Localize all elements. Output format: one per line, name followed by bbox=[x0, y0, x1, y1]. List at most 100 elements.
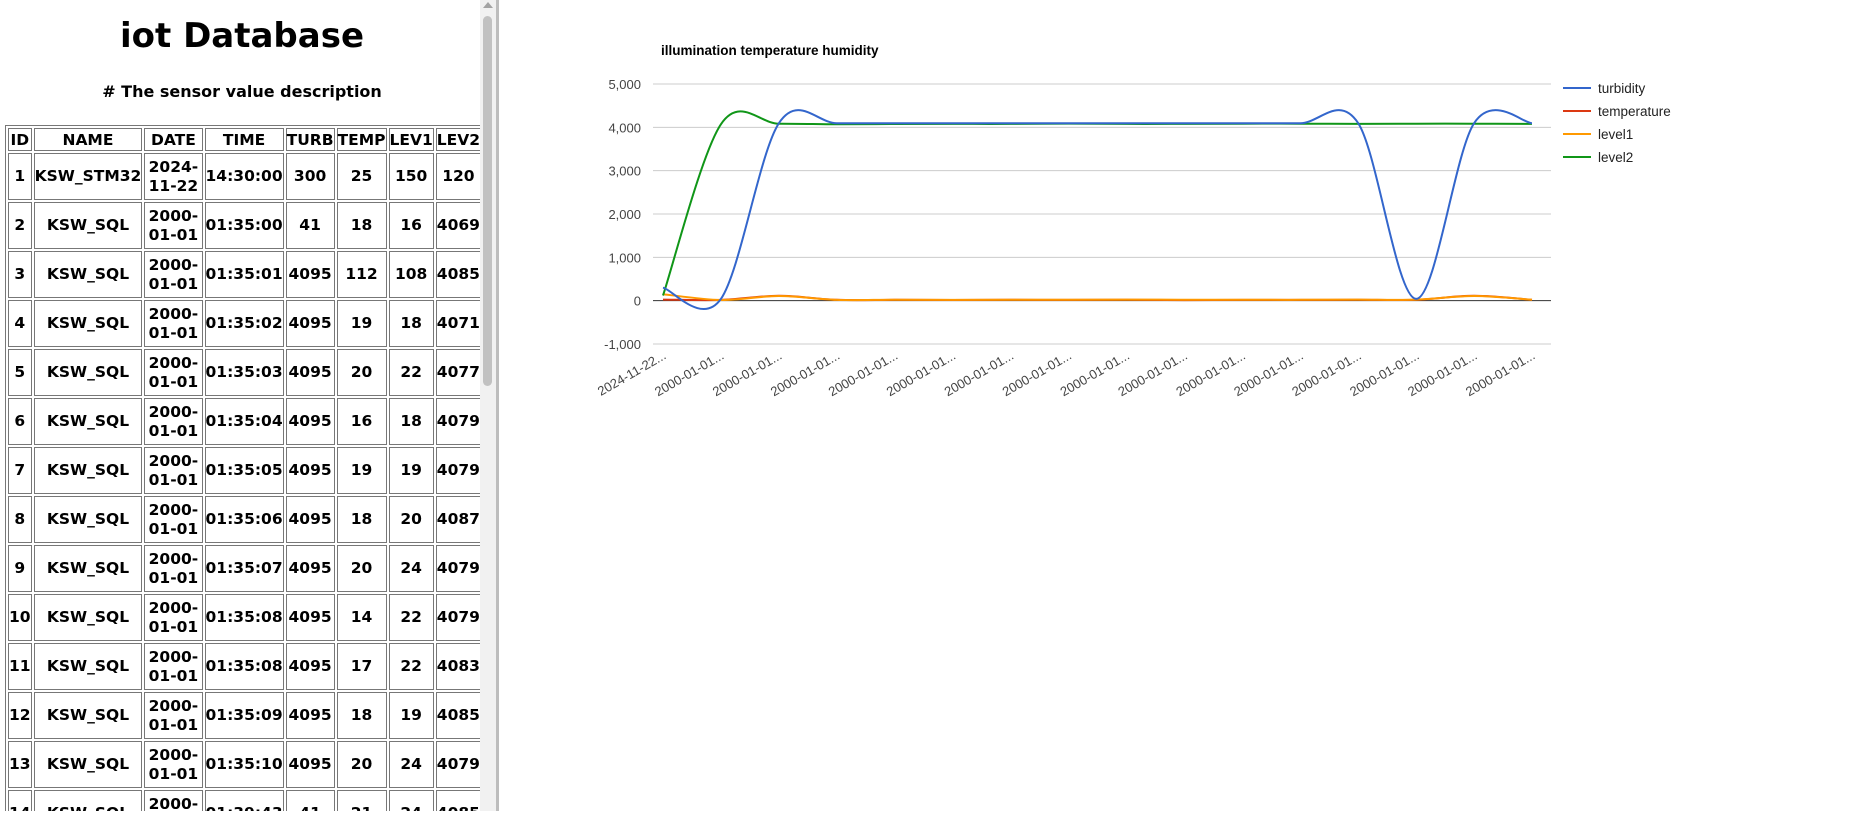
cell-date: 2000-01-01 bbox=[144, 300, 203, 347]
cell-lev2: 4077 bbox=[435, 349, 481, 396]
cell-name: KSW_STM32 bbox=[33, 153, 143, 200]
series-line-level2[interactable] bbox=[662, 110, 1533, 296]
y-tick-label: -1,000 bbox=[604, 337, 641, 352]
cell-date: 2000-01-01 bbox=[144, 692, 203, 739]
legend-label-turbidity[interactable]: turbidity bbox=[1598, 81, 1646, 96]
cell-time: 01:35:02 bbox=[204, 300, 284, 347]
y-tick-label: 0 bbox=[634, 294, 641, 309]
table-row: 3 KSW_SQL 2000-01-01 01:35:01 4095 112 108 4085 bbox=[8, 251, 481, 298]
cell-temp: 18 bbox=[336, 692, 387, 739]
cell-lev1: 20 bbox=[388, 496, 434, 543]
cell-temp: 21 bbox=[336, 790, 387, 811]
cell-time: 01:35:05 bbox=[204, 447, 284, 494]
series-line-turbidity[interactable] bbox=[662, 109, 1533, 310]
y-axis-ticks: 5,000 4,000 3,000 2,000 1,000 0 -1,000 bbox=[604, 77, 641, 352]
cell-lev1: 16 bbox=[388, 202, 434, 249]
cell-turb: 4095 bbox=[285, 447, 335, 494]
y-tick-label: 3,000 bbox=[608, 164, 641, 179]
cell-temp: 19 bbox=[336, 447, 387, 494]
cell-id: 4 bbox=[8, 300, 32, 347]
cell-lev2: 4071 bbox=[435, 300, 481, 347]
cell-turb: 41 bbox=[285, 790, 335, 811]
cell-id: 5 bbox=[8, 349, 32, 396]
sensor-description-heading: # The sensor value description bbox=[102, 82, 382, 101]
cell-date: 2000-01-01 bbox=[144, 594, 203, 641]
cell-temp: 18 bbox=[336, 202, 387, 249]
cell-id: 8 bbox=[8, 496, 32, 543]
scroll-up-arrow-icon[interactable] bbox=[483, 2, 493, 8]
cell-turb: 300 bbox=[285, 153, 335, 200]
cell-time: 01:35:01 bbox=[204, 251, 284, 298]
cell-temp: 19 bbox=[336, 300, 387, 347]
cell-date: 2024-11-22 bbox=[144, 153, 203, 200]
cell-lev2: 4085 bbox=[435, 692, 481, 739]
cell-time: 01:35:10 bbox=[204, 741, 284, 788]
cell-lev1: 24 bbox=[388, 741, 434, 788]
cell-turb: 4095 bbox=[285, 692, 335, 739]
cell-name: KSW_SQL bbox=[33, 643, 143, 690]
y-tick-label: 1,000 bbox=[608, 250, 641, 265]
chart-title: illumination temperature humidity bbox=[661, 43, 879, 58]
cell-date: 2000-01-01 bbox=[144, 643, 203, 690]
legend-label-temperature[interactable]: temperature bbox=[1598, 104, 1671, 119]
sensor-table: ID NAME DATE TIME TURB TEMP LEV1 LEV2 1 KSW_STM3… bbox=[5, 125, 484, 811]
page-title: iot Database bbox=[119, 16, 365, 56]
chart-area: illumination temperature humidity 5,000 4… bbox=[499, 0, 1857, 811]
table-row: 5 KSW_SQL 2000-01-01 01:35:03 4095 20 22 4077 bbox=[8, 349, 481, 396]
table-row: 11 KSW_SQL 2000-01-01 01:35:08 4095 17 22 4083 bbox=[8, 643, 481, 690]
column-header-temp: TEMP bbox=[336, 128, 387, 151]
table-row: 13 KSW_SQL 2000-01-01 01:35:10 4095 20 24 4079 bbox=[8, 741, 481, 788]
cell-name: KSW_SQL bbox=[33, 202, 143, 249]
cell-lev1: 24 bbox=[388, 790, 434, 811]
cell-turb: 4095 bbox=[285, 349, 335, 396]
table-row: 6 KSW_SQL 2000-01-01 01:35:04 4095 16 18 4079 bbox=[8, 398, 481, 445]
cell-lev2: 4079 bbox=[435, 398, 481, 445]
cell-name: KSW_SQL bbox=[33, 545, 143, 592]
cell-lev2: 4085 bbox=[435, 251, 481, 298]
cell-time: 01:35:04 bbox=[204, 398, 284, 445]
cell-id: 9 bbox=[8, 545, 32, 592]
cell-name: KSW_SQL bbox=[33, 251, 143, 298]
cell-lev2: 4079 bbox=[435, 545, 481, 592]
table-row: 4 KSW_SQL 2000-01-01 01:35:02 4095 19 18 4071 bbox=[8, 300, 481, 347]
cell-time: 01:35:03 bbox=[204, 349, 284, 396]
cell-time: 01:35:08 bbox=[204, 643, 284, 690]
cell-turb: 4095 bbox=[285, 300, 335, 347]
column-header-date: DATE bbox=[144, 128, 203, 151]
table-row: 10 KSW_SQL 2000-01-01 01:35:08 4095 14 22 4079 bbox=[8, 594, 481, 641]
cell-name: KSW_SQL bbox=[33, 447, 143, 494]
cell-name: KSW_SQL bbox=[33, 300, 143, 347]
cell-temp: 20 bbox=[336, 741, 387, 788]
cell-turb: 4095 bbox=[285, 643, 335, 690]
cell-turb: 4095 bbox=[285, 545, 335, 592]
cell-temp: 16 bbox=[336, 398, 387, 445]
column-header-id: ID bbox=[8, 128, 32, 151]
cell-lev1: 24 bbox=[388, 545, 434, 592]
cell-name: KSW_SQL bbox=[33, 496, 143, 543]
legend-label-level2[interactable]: level2 bbox=[1598, 150, 1633, 165]
cell-id: 12 bbox=[8, 692, 32, 739]
cell-temp: 20 bbox=[336, 545, 387, 592]
cell-lev2: 4083 bbox=[435, 643, 481, 690]
cell-lev1: 22 bbox=[388, 594, 434, 641]
cell-lev2: 4087 bbox=[435, 496, 481, 543]
cell-date: 2000-01-01 bbox=[144, 202, 203, 249]
cell-date: 2000-01-01 bbox=[144, 251, 203, 298]
table-row: 14KSW_SQL2000-01-0101:39:434121244085 bbox=[8, 790, 481, 811]
cell-lev1: 19 bbox=[388, 692, 434, 739]
scrollbar-thumb[interactable] bbox=[483, 16, 492, 386]
column-header-lev1: LEV1 bbox=[388, 128, 434, 151]
cell-name: KSW_SQL bbox=[33, 790, 143, 811]
cell-temp: 14 bbox=[336, 594, 387, 641]
vertical-scrollbar[interactable] bbox=[480, 0, 496, 811]
cell-lev1: 22 bbox=[388, 349, 434, 396]
legend-label-level1[interactable]: level1 bbox=[1598, 127, 1633, 142]
series-line-level1[interactable] bbox=[662, 293, 1533, 302]
cell-temp: 112 bbox=[336, 251, 387, 298]
column-header-lev2: LEV2 bbox=[435, 128, 481, 151]
cell-lev1: 18 bbox=[388, 398, 434, 445]
table-body: 1 KSW_STM32 2024-11-22 14:30:00 300 25 150 120 2… bbox=[8, 153, 481, 811]
table-row: 7 KSW_SQL 2000-01-01 01:35:05 4095 19 19 4079 bbox=[8, 447, 481, 494]
cell-lev1: 19 bbox=[388, 447, 434, 494]
column-header-time: TIME bbox=[204, 128, 284, 151]
